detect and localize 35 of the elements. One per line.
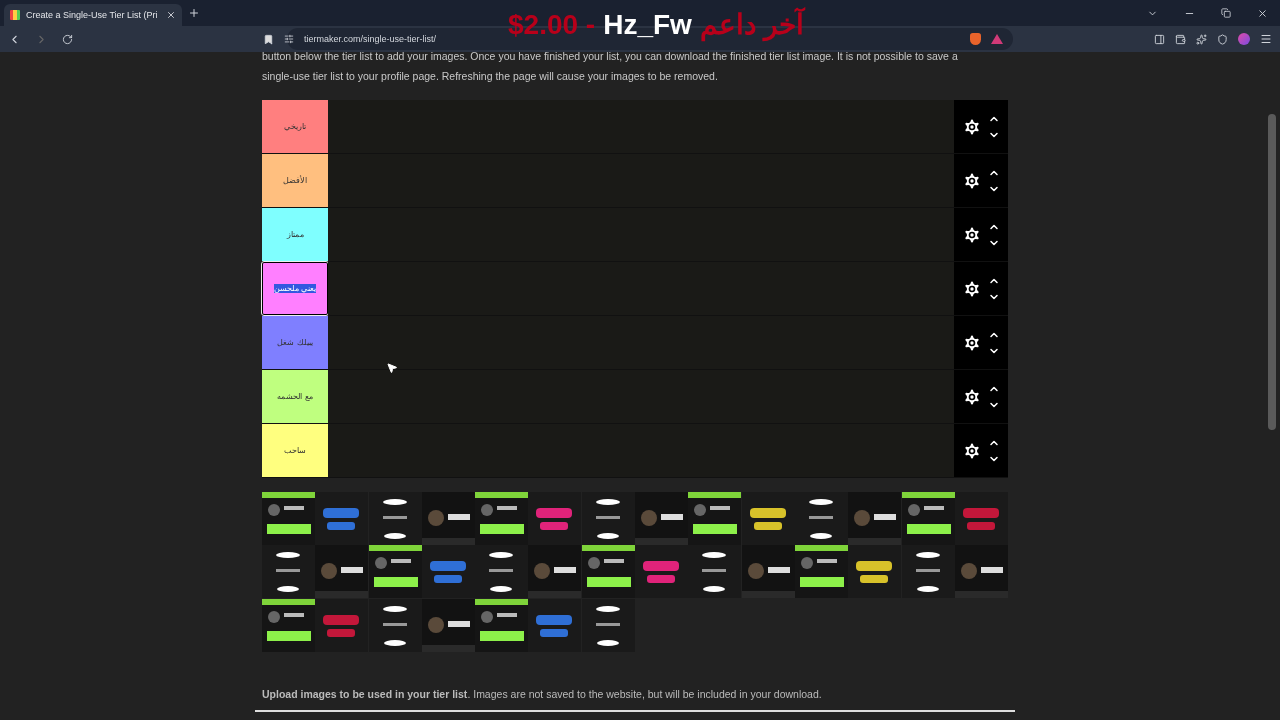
scrollbar[interactable]	[1268, 114, 1276, 430]
browser-tab[interactable]: Create a Single-Use Tier List (Pri	[4, 4, 182, 26]
sidebar-icon[interactable]	[1154, 33, 1165, 45]
reload-icon[interactable]	[62, 33, 73, 45]
tier-label[interactable]: ممتاز	[262, 208, 328, 261]
tier-label[interactable]: تاريخي	[262, 100, 328, 153]
restore-icon[interactable]	[1221, 8, 1231, 18]
settings-icon[interactable]	[962, 440, 982, 461]
site-settings-icon[interactable]	[284, 34, 294, 44]
wallet-icon[interactable]	[1175, 33, 1186, 45]
tier-label[interactable]: ساحب	[262, 424, 328, 477]
sparkle-icon[interactable]	[1196, 33, 1207, 45]
settings-icon[interactable]	[962, 278, 982, 299]
settings-icon[interactable]	[962, 332, 982, 353]
shield-icon[interactable]	[1217, 33, 1228, 45]
close-icon[interactable]	[1257, 7, 1268, 19]
tier-label[interactable]: الأفضل	[262, 154, 328, 207]
cursor-icon	[386, 362, 398, 374]
tier-label[interactable]: يعني ملحسن	[262, 262, 328, 315]
settings-icon[interactable]	[962, 386, 982, 407]
tier-label[interactable]: يبيلك شغل	[262, 316, 328, 369]
settings-icon[interactable]	[962, 116, 982, 137]
tier-label[interactable]: مع الحشمه	[262, 370, 328, 423]
new-tab-icon[interactable]	[188, 7, 200, 19]
settings-icon[interactable]	[962, 170, 982, 191]
bookmark-icon[interactable]	[263, 33, 274, 45]
intro-text: single-use tier list to your profile page. Refreshing the page will cause your images to be removed.	[262, 69, 719, 84]
tiermaker-icon	[10, 10, 20, 20]
profile-icon[interactable]	[1238, 33, 1250, 45]
intro-text: button below the tier list to add your images. Once you have finished your list, you can download the finished tier list image. It is not possible to save a	[262, 49, 959, 64]
upload-text: Upload images to be used in your tier list. Images are not saved to the website, but will be included in your download.	[262, 687, 823, 700]
close-icon[interactable]	[166, 10, 176, 20]
settings-icon[interactable]	[962, 224, 982, 245]
menu-icon[interactable]	[1260, 33, 1272, 45]
lion-shield-icon[interactable]	[970, 33, 981, 45]
